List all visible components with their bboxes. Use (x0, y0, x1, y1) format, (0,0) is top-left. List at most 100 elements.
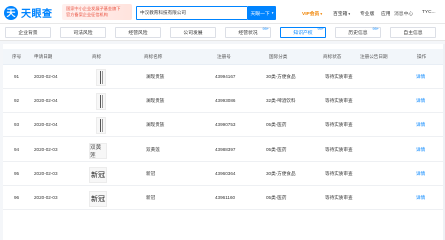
promo-line-1: 国家中小企业发展子基金旗下 (66, 5, 121, 11)
row-seq: 93 (14, 122, 20, 128)
table-row: 95 2020-02-03 新冠 新冠 43960364 30类-方便食品 等待实质审查 详情 (3, 163, 444, 186)
tab-count-badge: 99+ (317, 27, 324, 31)
tab-label: 知识产权 (293, 31, 313, 36)
row-date: 2020-02-04 (34, 122, 58, 128)
row-name: 新冠 (146, 170, 156, 176)
detail-link[interactable]: 详情 (416, 195, 425, 201)
row-seq: 92 (14, 98, 20, 104)
nav-vip[interactable]: VIP会员▾ (302, 10, 322, 17)
brand-logo[interactable]: 天 天眼查 (4, 5, 53, 20)
header-status: 商标状态 (323, 54, 342, 59)
trademark-image[interactable] (96, 93, 106, 111)
row-date: 2020-02-03 (34, 170, 58, 176)
trademark-table: 序号 申请日期 商标 商标名称 注册号 国际分类 商标状态 注册公告日期 操作 … (3, 44, 444, 240)
tab-development[interactable]: 公司发展 (170, 27, 216, 38)
row-name: 双黄莲 (146, 146, 160, 152)
tab-count-badge: 99+ (372, 27, 379, 31)
tab-label: 历史信息 (348, 31, 368, 36)
trademark-image[interactable]: 新冠 (89, 191, 107, 207)
table-row: 93 2020-02-04 澜现贵族 43990753 05类-医药 等待实质审查 详情 (3, 114, 444, 138)
search-button[interactable]: 天眼一下 ▾ (248, 6, 276, 20)
detail-link[interactable]: 详情 (416, 171, 425, 177)
row-class: 05类-医药 (266, 146, 287, 152)
nav-apps[interactable]: 应用 (381, 10, 391, 17)
row-seq: 95 (14, 170, 20, 176)
detail-link[interactable]: 详情 (416, 98, 425, 104)
table-row: 96 2020-02-03 新冠 新冠 43961160 05类-医药 等待实质审查 详情 (3, 187, 444, 210)
tab-background[interactable]: 企业背景 (5, 27, 51, 38)
trademark-mark-icon (99, 95, 103, 109)
table-header: 序号 申请日期 商标 商标名称 注册号 国际分类 商标状态 注册公告日期 操作 (3, 49, 444, 65)
search-dropdown-icon[interactable]: ▾ (272, 11, 274, 15)
header-seq: 序号 (12, 54, 22, 59)
trademark-image[interactable]: 双黄莲 (89, 142, 107, 159)
tab-legal-risk[interactable]: 司法风险 (60, 27, 106, 38)
row-status: 等待实质审查 (325, 146, 353, 152)
row-status: 等待实质审查 (325, 170, 353, 176)
chevron-down-icon: ▾ (320, 12, 323, 16)
header-name: 商标名称 (144, 54, 163, 59)
row-class: 32类-啤酒饮料 (266, 98, 296, 104)
header-action: 操作 (417, 54, 427, 59)
tab-history[interactable]: 历史信息 99+ (335, 27, 381, 38)
promo-line-2: 官方备案企业征信机构 (66, 12, 108, 17)
search-box (136, 6, 248, 20)
nav-messages[interactable]: 消息中心 (394, 10, 413, 17)
nav-user[interactable]: TYC... (422, 10, 436, 15)
row-reg-no: 43993086 (215, 98, 236, 104)
tab-operation-risk[interactable]: 经营风险 (115, 27, 161, 38)
row-reg-no: 43994167 (215, 74, 236, 79)
trademark-image-text: 新冠 (91, 195, 105, 203)
chevron-down-icon: ▾ (348, 12, 351, 16)
tab-intellectual-property[interactable]: 知识产权 99+ (280, 27, 326, 38)
row-name: 新冠 (146, 195, 156, 200)
table-row: 94 2020-02-03 双黄莲 双黄莲 43988397 05类-医药 等待实质审查 详情 (3, 139, 444, 162)
row-reg-no: 43988397 (215, 146, 236, 152)
nav-vip-label: VIP会员 (302, 12, 320, 17)
table-row: 91 2020-02-04 澜现贵族 43994167 30类-方便食品 等待实质审查 详情 (3, 66, 444, 89)
row-status: 等待实质审查 (325, 74, 353, 79)
row-class: 05类-医药 (266, 122, 287, 128)
row-date: 2020-02-04 (34, 74, 58, 79)
trademark-mark-icon (99, 71, 103, 84)
tab-label: 司法风险 (73, 31, 93, 36)
row-name: 澜现贵族 (146, 122, 165, 128)
row-status: 等待实质审查 (325, 98, 353, 104)
header-image: 商标 (92, 54, 102, 59)
logo-text: 天眼查 (21, 9, 53, 20)
trademark-image[interactable] (96, 117, 106, 135)
trademark-image[interactable] (96, 69, 106, 86)
tab-self-info[interactable]: 自主信息 (390, 27, 436, 38)
nav-pro[interactable]: 专业版 (360, 10, 374, 17)
row-class: 05类-医药 (266, 195, 287, 200)
row-date: 2020-02-04 (34, 98, 58, 104)
tab-operation-status[interactable]: 经营状况 99+ (225, 27, 271, 38)
search-button-label: 天眼一下 (250, 11, 270, 17)
row-date: 2020-02-03 (34, 195, 58, 200)
nav-toolbox-label: 百宝箱 (333, 12, 348, 17)
row-date: 2020-02-03 (34, 146, 58, 152)
detail-link[interactable]: 详情 (416, 122, 425, 128)
search-input[interactable] (137, 7, 247, 19)
logo-mark-icon: 天 (4, 5, 18, 20)
row-status: 等待实质审查 (325, 195, 353, 200)
header-date: 申请日期 (34, 54, 53, 59)
trademark-mark-icon (99, 119, 103, 133)
detail-link[interactable]: 详情 (416, 74, 425, 80)
tab-label: 经营风险 (128, 31, 148, 36)
row-seq: 94 (14, 146, 20, 152)
tab-label: 自主信息 (403, 31, 423, 36)
nav-toolbox[interactable]: 百宝箱▾ (333, 10, 350, 17)
header-class: 国际分类 (269, 54, 288, 59)
row-seq: 91 (14, 74, 20, 79)
promo-banner[interactable]: 国家中小企业发展子基金旗下 官方备案企业征信机构 (62, 4, 132, 20)
tab-count-badge: 99+ (262, 27, 269, 31)
table-row: 92 2020-02-04 澜现贵族 43993086 32类-啤酒饮料 等待实质审查 详情 (3, 90, 444, 114)
row-reg-no: 43990753 (215, 122, 236, 128)
row-name: 澜现贵族 (146, 98, 165, 104)
tab-label: 公司发展 (183, 31, 203, 36)
top-bar: 天 天眼查 国家中小企业发展子基金旗下 官方备案企业征信机构 天眼一下 ▾ VI… (0, 0, 445, 24)
trademark-image[interactable]: 新冠 (89, 166, 107, 183)
row-name: 澜现贵族 (146, 74, 165, 79)
detail-link[interactable]: 详情 (416, 147, 425, 153)
